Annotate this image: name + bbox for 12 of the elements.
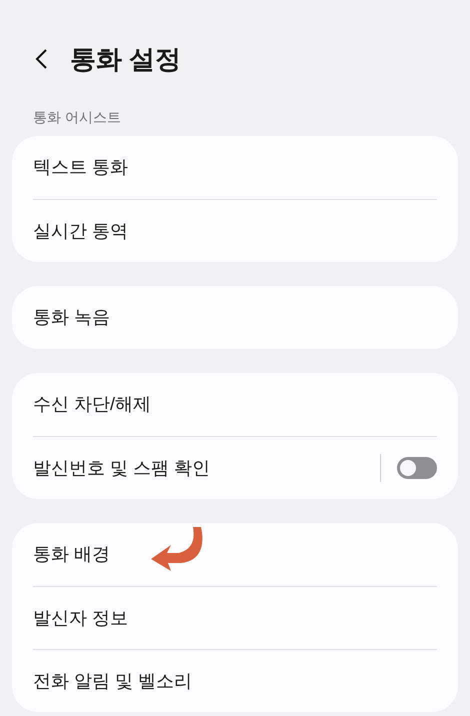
setting-item[interactable]: 실시간 통역 [33,218,128,244]
page-title: 통화 설정 [70,42,182,76]
setting-item[interactable]: 발신번호 및 스팸 확인 [33,454,210,482]
setting-item[interactable]: 텍스트 통화 [33,154,128,181]
toggle-switch[interactable] [397,457,437,479]
setting-item[interactable]: 전화 알림 및 벨소리 [33,668,192,694]
back-icon[interactable] [34,48,48,70]
section-label: 통화 어시스트 [32,108,122,127]
setting-item[interactable]: 수신 차단/해제 [33,391,152,418]
setting-item[interactable]: 통화 녹음 [33,304,110,331]
setting-item[interactable]: 발신자 정보 [33,604,128,632]
setting-item[interactable]: 통화 배경 [33,541,110,568]
